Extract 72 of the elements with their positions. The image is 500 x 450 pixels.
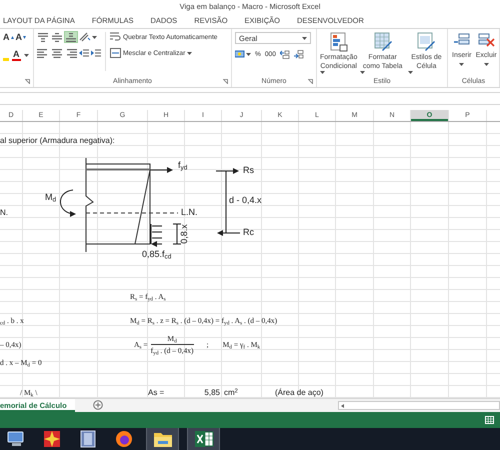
- down-triangle-icon: [23, 36, 26, 38]
- folder-icon: [152, 430, 172, 448]
- font-color-button[interactable]: A: [12, 50, 20, 61]
- horizontal-align-button[interactable]: [37, 48, 49, 58]
- orientation-button[interactable]: [79, 32, 97, 42]
- add-sheet-icon[interactable]: [92, 400, 103, 410]
- diagram-label: d - 0,4.x: [229, 195, 262, 205]
- outdent-icon: [79, 48, 89, 58]
- scroll-left-icon[interactable]: [339, 402, 347, 410]
- left-align-icon: [37, 48, 49, 58]
- indent-icon: [91, 48, 101, 58]
- decimal-decrease-icon: [294, 50, 304, 59]
- top-align-icon: [37, 32, 49, 42]
- caret-icon: [24, 54, 28, 57]
- caret-icon: [360, 71, 366, 74]
- diagram-label: Rc: [243, 227, 254, 237]
- caret-icon: [92, 36, 97, 38]
- increase-decimal-button[interactable]: [280, 50, 290, 59]
- computer-icon: [7, 431, 25, 447]
- increase-indent-button[interactable]: [91, 48, 101, 58]
- diagram-label: 0,8.x: [178, 224, 189, 244]
- cell-text: cm$^{2}$: [224, 388, 238, 396]
- horizontal-scrollbar[interactable]: [338, 401, 500, 410]
- decimal-increase-icon: [280, 50, 290, 59]
- caret-icon: [484, 62, 489, 66]
- taskbar-button[interactable]: [146, 428, 179, 450]
- bottom-align-icon: [65, 32, 77, 42]
- currency-button[interactable]: [235, 50, 251, 59]
- shrink-font-button[interactable]: A: [16, 32, 26, 42]
- table-format-icon: [372, 32, 393, 52]
- cell-text: al superior (Armadura negativa):: [0, 136, 115, 144]
- caret-icon: [320, 71, 325, 74]
- center-align-icon: [51, 48, 63, 58]
- caret-icon: [302, 36, 307, 40]
- wrap-text-icon: [110, 32, 121, 42]
- diagram-label: L.N.: [181, 207, 198, 217]
- caret-icon: [187, 52, 192, 54]
- normal-view-icon[interactable]: [485, 416, 494, 424]
- diagram-label: Rs: [243, 165, 254, 175]
- diagram-label: 0,85.f$_{cd}$: [142, 249, 172, 259]
- cell-text: As =: [148, 388, 164, 396]
- caret-icon: [459, 62, 464, 66]
- cell-text: N.: [0, 208, 8, 216]
- banknote-icon: [235, 50, 245, 59]
- taskbar-button[interactable]: [187, 428, 220, 450]
- cell-text: 5,85: [204, 388, 220, 396]
- cell-style-icon: [416, 32, 436, 52]
- dialog-launcher-icon[interactable]: [25, 79, 30, 84]
- grow-font-button[interactable]: A: [3, 32, 14, 42]
- right-align-icon: [65, 48, 77, 58]
- horizontal-align-button[interactable]: [65, 48, 77, 58]
- vertical-align-button[interactable]: [51, 32, 63, 42]
- firefox-icon: [115, 430, 133, 448]
- cell-text: (Área de aço): [275, 388, 324, 396]
- caret-icon: [408, 71, 413, 74]
- caret-icon: [246, 53, 251, 56]
- dialog-launcher-icon[interactable]: [223, 79, 228, 84]
- middle-align-icon: [51, 32, 63, 42]
- angled-text-icon: [79, 32, 91, 42]
- vertical-align-button[interactable]: [37, 32, 49, 42]
- decrease-decimal-button[interactable]: [294, 50, 304, 59]
- decrease-indent-button[interactable]: [79, 48, 89, 58]
- star-icon: [43, 430, 61, 448]
- dialog-launcher-icon[interactable]: [308, 79, 313, 84]
- diagram-label: M$_{d}$: [45, 192, 56, 202]
- conditional-format-icon: [328, 32, 349, 52]
- spreadsheet-app-icon: [194, 430, 214, 448]
- vertical-align-button[interactable]: [65, 32, 77, 42]
- up-triangle-icon: [10, 36, 14, 38]
- merge-cells-icon: [110, 48, 121, 58]
- diagram-label: f$_{yd}$: [178, 160, 188, 170]
- horizontal-align-button[interactable]: [51, 48, 63, 58]
